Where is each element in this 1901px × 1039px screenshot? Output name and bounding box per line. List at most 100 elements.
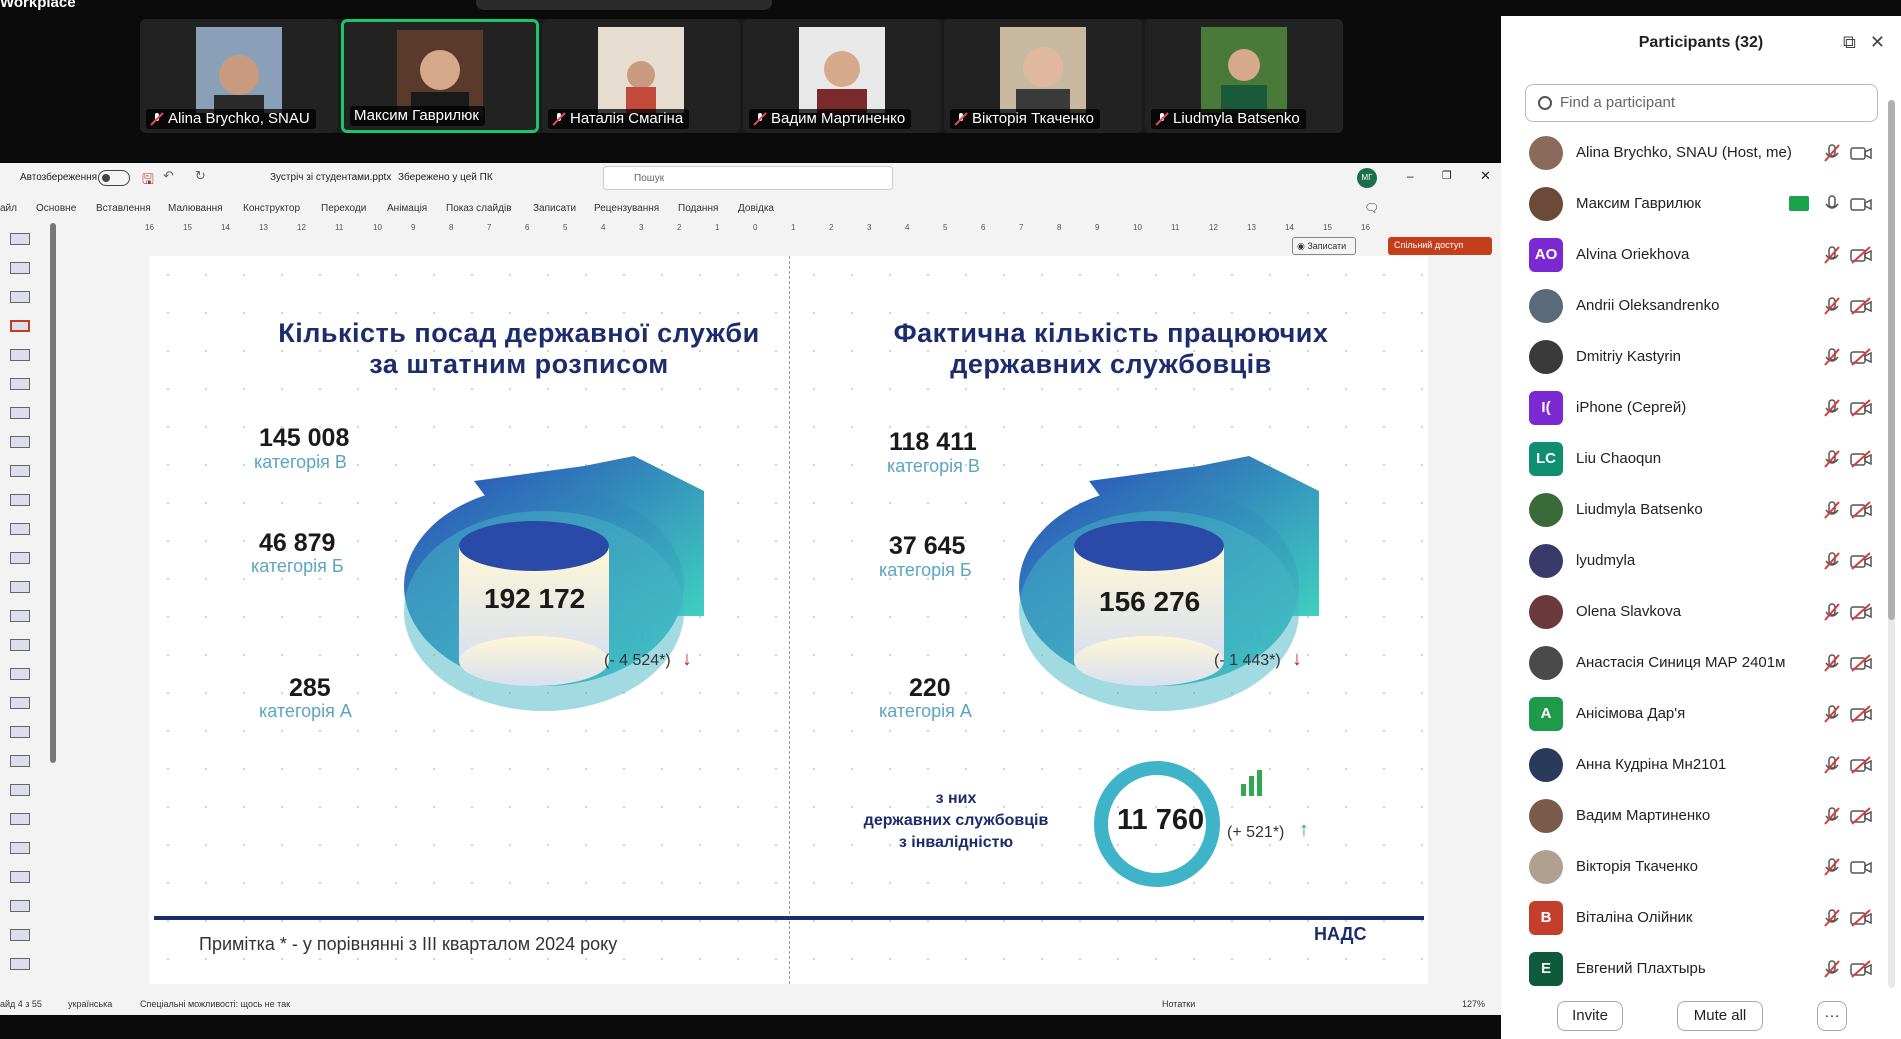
participant-row[interactable]: lyudmyla: [1501, 536, 1887, 587]
mic-muted-icon[interactable]: [1822, 500, 1842, 520]
notes-button[interactable]: Нотатки: [1162, 999, 1195, 1009]
video-tile[interactable]: Liudmyla Batsenko: [1145, 19, 1343, 133]
language-status[interactable]: українська: [68, 999, 112, 1009]
mic-muted-icon[interactable]: [1822, 551, 1842, 571]
camera-off-icon[interactable]: [1849, 959, 1873, 979]
user-avatar[interactable]: МГ: [1357, 168, 1377, 188]
participant-row[interactable]: Alina Brychko, SNAU (Host, me): [1501, 128, 1887, 179]
participant-search-input[interactable]: Find a participant: [1525, 84, 1878, 122]
participant-scroll-thumb[interactable]: [1888, 100, 1895, 620]
slide-thumbnail[interactable]: [10, 813, 30, 825]
participant-row[interactable]: Liudmyla Batsenko: [1501, 485, 1887, 536]
slide-thumbnail[interactable]: [10, 552, 30, 564]
mic-muted-icon[interactable]: [1822, 296, 1842, 316]
mic-muted-icon[interactable]: [1822, 806, 1842, 826]
slide-thumbnail[interactable]: [10, 668, 30, 680]
slide-thumbnail[interactable]: [10, 349, 30, 361]
camera-off-icon[interactable]: [1849, 500, 1873, 520]
camera-off-icon[interactable]: [1849, 602, 1873, 622]
slide-thumbnail[interactable]: [10, 378, 30, 390]
participant-row[interactable]: B Віталіна Олійник: [1501, 893, 1887, 944]
menu-design[interactable]: Конструктор: [243, 203, 300, 214]
video-tile-active-speaker[interactable]: Максим Гаврилюк: [341, 19, 539, 133]
popout-icon[interactable]: ⧉: [1843, 32, 1856, 53]
slide-thumbnail[interactable]: [10, 900, 30, 912]
camera-icon[interactable]: [1849, 194, 1873, 214]
slide-thumbnail[interactable]: [10, 465, 30, 477]
video-tile[interactable]: Вадим Мартиненко: [743, 19, 941, 133]
save-icon[interactable]: 🖫: [142, 169, 154, 193]
participant-row[interactable]: LC Liu Chaoqun: [1501, 434, 1887, 485]
slide-thumbnail[interactable]: [10, 581, 30, 593]
slide-thumbnail[interactable]: [10, 233, 30, 245]
slide-thumbnail[interactable]: [10, 320, 30, 332]
participant-row[interactable]: Andrii Oleksandrenko: [1501, 281, 1887, 332]
video-tile[interactable]: Alina Brychko, SNAU: [140, 19, 338, 133]
slide-thumbnail[interactable]: [10, 610, 30, 622]
menu-transitions[interactable]: Переходи: [321, 203, 366, 214]
camera-icon[interactable]: [1849, 143, 1873, 163]
participant-row[interactable]: E Евгений Плахтырь: [1501, 944, 1887, 988]
participant-row[interactable]: Dmitriy Kastyrin: [1501, 332, 1887, 383]
menu-file[interactable]: айл: [0, 203, 17, 214]
participant-row[interactable]: Максим Гаврилюк: [1501, 179, 1887, 230]
redo-icon[interactable]: ↻: [195, 168, 206, 184]
slide-thumbnail[interactable]: [10, 407, 30, 419]
slide-thumbnail[interactable]: [10, 958, 30, 970]
camera-off-icon[interactable]: [1849, 245, 1873, 265]
undo-icon[interactable]: ↶: [163, 168, 174, 184]
record-button[interactable]: ◉ Записати: [1292, 237, 1356, 255]
slide-thumbnail[interactable]: [10, 291, 30, 303]
mic-muted-icon[interactable]: [1822, 908, 1842, 928]
slide-thumbnail[interactable]: [10, 784, 30, 796]
mic-muted-icon[interactable]: [1822, 449, 1842, 469]
slide-thumbnail[interactable]: [10, 929, 30, 941]
maximize-icon[interactable]: ❐: [1442, 169, 1452, 182]
participant-row[interactable]: Вікторія Ткаченко: [1501, 842, 1887, 893]
participant-scrollbar[interactable]: [1888, 100, 1895, 988]
mic-muted-icon[interactable]: [1822, 857, 1842, 877]
ppt-search-input[interactable]: Пошук: [603, 166, 893, 190]
mute-all-button[interactable]: Mute all: [1677, 1001, 1763, 1031]
thumbnail-scrollbar[interactable]: [50, 223, 56, 763]
participant-row[interactable]: Вадим Мартиненко: [1501, 791, 1887, 842]
slide-thumbnail[interactable]: [10, 726, 30, 738]
autosave-toggle[interactable]: [98, 170, 130, 186]
slide-thumbnails[interactable]: [0, 233, 38, 993]
menu-help[interactable]: Довідка: [738, 203, 774, 214]
menu-view[interactable]: Подання: [678, 203, 718, 214]
video-tile[interactable]: Вікторія Ткаченко: [944, 19, 1142, 133]
mic-muted-icon[interactable]: [1822, 602, 1842, 622]
zoom-level[interactable]: 127%: [1462, 999, 1485, 1009]
camera-off-icon[interactable]: [1849, 449, 1873, 469]
menu-animations[interactable]: Анімація: [387, 203, 427, 214]
menu-home[interactable]: Основне: [36, 203, 76, 214]
participant-row[interactable]: I(iPhone (Сергей): [1501, 383, 1887, 434]
menu-insert[interactable]: Вставлення: [96, 203, 151, 214]
camera-off-icon[interactable]: [1849, 653, 1873, 673]
camera-off-icon[interactable]: [1849, 551, 1873, 571]
menu-slideshow[interactable]: Показ слайдів: [446, 203, 512, 214]
slide-thumbnail[interactable]: [10, 871, 30, 883]
slide-thumbnail[interactable]: [10, 639, 30, 651]
mic-muted-icon[interactable]: [1822, 347, 1842, 367]
camera-off-icon[interactable]: [1849, 398, 1873, 418]
share-button[interactable]: Спільний доступ: [1388, 237, 1492, 255]
mic-muted-icon[interactable]: [1822, 143, 1842, 163]
mic-muted-icon[interactable]: [1822, 245, 1842, 265]
close-panel-icon[interactable]: ✕: [1870, 32, 1885, 53]
mic-muted-icon[interactable]: [1822, 653, 1842, 673]
slide-thumbnail[interactable]: [10, 842, 30, 854]
participant-row[interactable]: A Анісімова Дар'я: [1501, 689, 1887, 740]
invite-button[interactable]: Invite: [1557, 1001, 1623, 1031]
slide-thumbnail[interactable]: [10, 755, 30, 767]
slide-thumbnail[interactable]: [10, 262, 30, 274]
participant-row[interactable]: AO Alvina Oriekhova: [1501, 230, 1887, 281]
camera-off-icon[interactable]: [1849, 704, 1873, 724]
camera-off-icon[interactable]: [1849, 755, 1873, 775]
meeting-control-pill[interactable]: [476, 0, 772, 10]
menu-draw[interactable]: Малювання: [168, 203, 223, 214]
menu-review[interactable]: Рецензування: [594, 203, 659, 214]
slide-thumbnail[interactable]: [10, 523, 30, 535]
participant-row[interactable]: Анастасія Синиця МАР 2401м: [1501, 638, 1887, 689]
